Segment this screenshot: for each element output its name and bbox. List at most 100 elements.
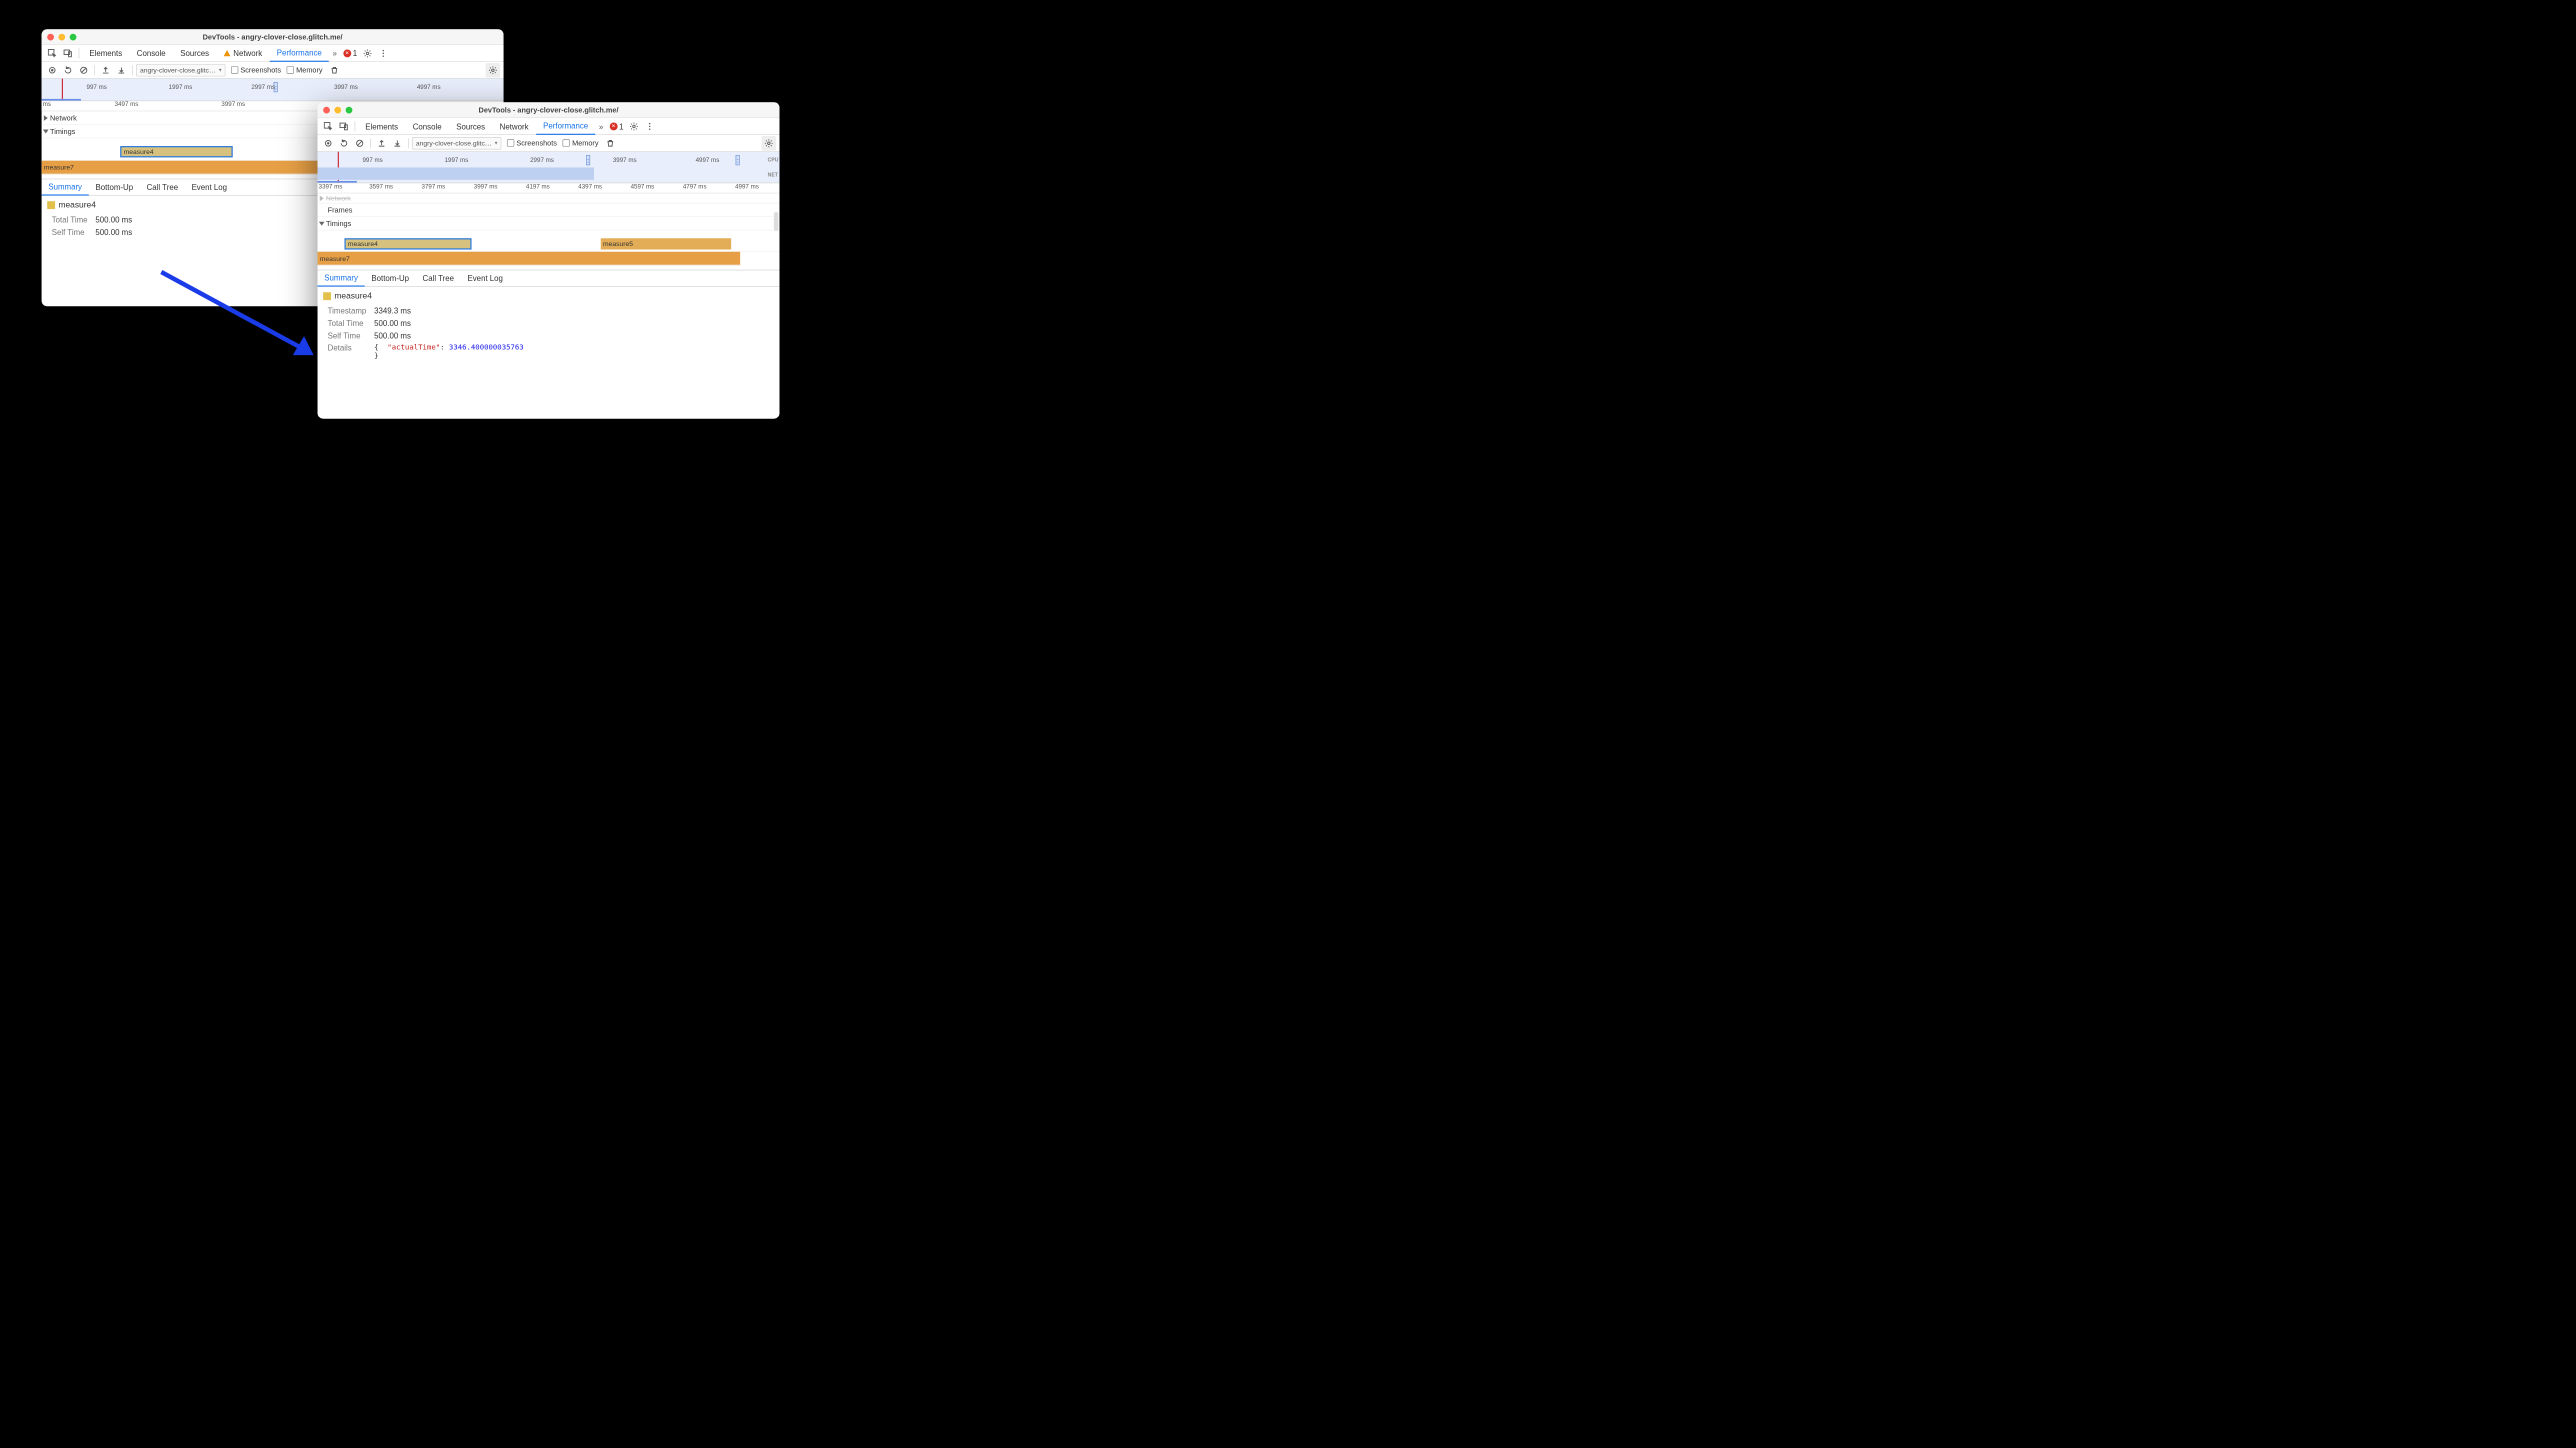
upload-icon[interactable]	[374, 136, 389, 151]
overview-tick: 2997 ms	[251, 84, 275, 91]
flame-ruler[interactable]: 3397 ms 3597 ms 3797 ms 3997 ms 4197 ms …	[318, 183, 780, 193]
tab-console[interactable]: Console	[406, 118, 448, 135]
traffic-lights	[47, 33, 76, 40]
profile-dropdown[interactable]: angry-clover-close.glitc…	[412, 137, 501, 149]
inspect-icon[interactable]	[45, 46, 60, 61]
record-icon[interactable]	[321, 136, 336, 151]
titlebar[interactable]: DevTools - angry-clover-close.glitch.me/	[318, 102, 780, 118]
dtab-bottomup[interactable]: Bottom-Up	[365, 270, 416, 287]
close-icon[interactable]	[323, 106, 330, 113]
tab-performance[interactable]: Performance	[536, 118, 595, 135]
error-icon: ✕	[610, 122, 618, 130]
tab-performance[interactable]: Performance	[270, 45, 329, 62]
devtools-tabbar: Elements Console Sources Network Perform…	[42, 45, 504, 62]
tab-sources[interactable]: Sources	[174, 45, 216, 62]
more-icon[interactable]	[643, 119, 658, 134]
traffic-lights	[323, 106, 352, 113]
screenshots-checkbox[interactable]: Screenshots	[507, 139, 557, 147]
gear-icon[interactable]	[627, 119, 642, 134]
maximize-icon[interactable]	[70, 33, 77, 40]
block-measure4[interactable]: measure4	[345, 238, 472, 249]
tab-network[interactable]: Network	[493, 118, 535, 135]
profile-dropdown[interactable]: angry-clover-close.glitc…	[136, 64, 225, 76]
reload-icon[interactable]	[61, 63, 76, 78]
lane-timings[interactable]: Timings	[318, 217, 780, 230]
overview-tick: 3997 ms	[613, 157, 637, 164]
overview-timeline[interactable]: 997 ms 1997 ms 2997 ms 3997 ms 4997 ms C…	[318, 152, 780, 183]
separator	[408, 138, 409, 148]
overview-tick: 997 ms	[362, 157, 382, 164]
annotation-arrow	[159, 270, 328, 371]
tabs-overflow-icon[interactable]: »	[330, 49, 340, 58]
minimize-icon[interactable]	[58, 33, 65, 40]
memory-checkbox[interactable]: Memory	[563, 139, 599, 147]
overview-timeline[interactable]: 997 ms 1997 ms 2997 ms 3997 ms 4997 ms	[42, 79, 504, 101]
download-icon[interactable]	[114, 63, 129, 78]
tab-sources[interactable]: Sources	[449, 118, 491, 135]
block-measure7[interactable]: measure7	[318, 252, 741, 265]
upload-icon[interactable]	[98, 63, 113, 78]
device-icon[interactable]	[337, 119, 352, 134]
capture-settings-icon[interactable]	[486, 63, 501, 78]
dtab-calltree[interactable]: Call Tree	[140, 179, 185, 196]
performance-toolbar: angry-clover-close.glitc… Screenshots Me…	[42, 62, 504, 79]
gear-icon[interactable]	[360, 46, 375, 61]
download-icon[interactable]	[390, 136, 405, 151]
more-icon[interactable]	[376, 46, 391, 61]
window-title: DevTools - angry-clover-close.glitch.me/	[323, 106, 774, 114]
close-icon[interactable]	[47, 33, 54, 40]
summary-table: Timestamp3349.3 ms Total Time500.00 ms S…	[323, 304, 528, 362]
maximize-icon[interactable]	[346, 106, 353, 113]
separator	[79, 48, 80, 58]
scrollbar-thumb[interactable]	[774, 212, 778, 231]
collapse-icon[interactable]	[319, 221, 325, 225]
expand-icon[interactable]	[44, 115, 48, 121]
error-count: 1	[619, 122, 623, 131]
dtab-bottomup[interactable]: Bottom-Up	[89, 179, 140, 196]
block-measure5[interactable]: measure5	[601, 238, 731, 249]
overview-tick: 1997 ms	[169, 84, 193, 91]
titlebar[interactable]: DevTools - angry-clover-close.glitch.me/	[42, 29, 504, 45]
overview-tick: 2997 ms	[530, 157, 554, 164]
garbage-collect-icon[interactable]	[603, 136, 618, 151]
garbage-collect-icon[interactable]	[327, 63, 342, 78]
dtab-eventlog[interactable]: Event Log	[461, 270, 510, 287]
block-measure4[interactable]: measure4	[120, 146, 232, 157]
overview-side-labels: CPU NET	[768, 152, 779, 183]
overview-tick: 1997 ms	[445, 157, 469, 164]
error-count: 1	[353, 49, 357, 58]
error-badge[interactable]: ✕ 1	[610, 122, 624, 131]
device-icon[interactable]	[61, 46, 76, 61]
capture-settings-icon[interactable]	[762, 136, 777, 151]
screenshots-checkbox[interactable]: Screenshots	[231, 66, 281, 74]
memory-checkbox[interactable]: Memory	[287, 66, 323, 74]
tab-console[interactable]: Console	[130, 45, 172, 62]
summary-table: Total Time500.00 ms Self Time500.00 ms	[47, 213, 136, 239]
separator	[370, 138, 371, 148]
dtab-calltree[interactable]: Call Tree	[416, 270, 461, 287]
tab-network[interactable]: Network	[217, 45, 269, 62]
detail-name: measure4	[58, 200, 95, 210]
timings-row-1[interactable]: measure4 measure5	[318, 230, 780, 251]
lane-frames[interactable]: Frames	[318, 203, 780, 216]
reload-icon[interactable]	[337, 136, 352, 151]
collapse-icon[interactable]	[43, 129, 49, 133]
error-badge[interactable]: ✕ 1	[343, 49, 357, 58]
detail-tabs: Summary Bottom-Up Call Tree Event Log	[318, 270, 780, 287]
devtools-window-after: DevTools - angry-clover-close.glitch.me/…	[318, 102, 780, 418]
record-icon[interactable]	[45, 63, 60, 78]
performance-toolbar: angry-clover-close.glitc… Screenshots Me…	[318, 135, 780, 152]
tab-elements[interactable]: Elements	[83, 45, 129, 62]
tabs-overflow-icon[interactable]: »	[596, 122, 606, 131]
dtab-eventlog[interactable]: Event Log	[185, 179, 234, 196]
expand-icon[interactable]	[320, 195, 324, 201]
dtab-summary[interactable]: Summary	[42, 179, 89, 196]
clear-icon[interactable]	[76, 63, 91, 78]
details-json: { "actualTime": 3346.400000035763}	[371, 342, 527, 361]
minimize-icon[interactable]	[334, 106, 341, 113]
detail-name: measure4	[334, 291, 371, 301]
tab-elements[interactable]: Elements	[359, 118, 405, 135]
inspect-icon[interactable]	[321, 119, 336, 134]
lane-network-collapsed[interactable]: Network	[318, 193, 780, 203]
clear-icon[interactable]	[352, 136, 367, 151]
